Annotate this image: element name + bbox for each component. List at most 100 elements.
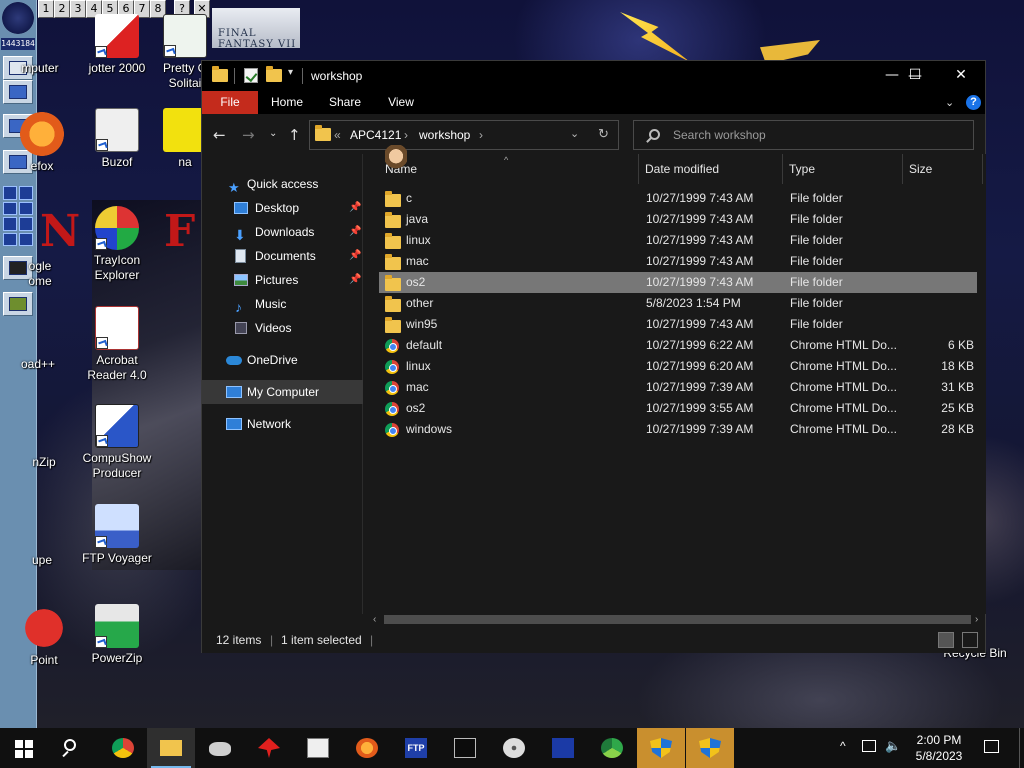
- back-arrow-icon[interactable]: ←: [213, 126, 226, 144]
- breadcrumb-apc4121[interactable]: APC4121: [350, 128, 401, 142]
- maximize-button[interactable]: ☐: [892, 60, 938, 90]
- scrollbar-thumb[interactable]: [384, 615, 971, 624]
- volume-icon[interactable]: 🔈: [885, 738, 901, 768]
- desktop-icon-powerzip[interactable]: PowerZip: [75, 604, 159, 666]
- taskbar-terminal[interactable]: [441, 728, 489, 768]
- column-header-type[interactable]: Type: [783, 154, 903, 184]
- file-row[interactable]: java 10/27/1999 7:43 AM File folder: [379, 209, 977, 230]
- file-row[interactable]: mac 10/27/1999 7:43 AM File folder: [379, 251, 977, 272]
- customize-dropdown-icon[interactable]: ▾: [288, 67, 293, 78]
- taskbar-clock[interactable]: 2:00 PM 5/8/2023: [905, 732, 973, 764]
- title-bar[interactable]: ▾ workshop —: [202, 61, 985, 91]
- taskbar: FTP ^ 🔈 2:00 PM 5/8/2023: [0, 728, 1024, 768]
- desktop-icon-ftp-voyager[interactable]: FTP Voyager: [75, 504, 159, 566]
- details-view-icon[interactable]: [938, 632, 954, 648]
- desktop-icon-firefox[interactable]: efox: [0, 112, 84, 174]
- search-box[interactable]: Search workshop: [633, 120, 974, 150]
- file-row[interactable]: c 10/27/1999 7:43 AM File folder: [379, 188, 977, 209]
- breadcrumb-separator[interactable]: ›: [404, 128, 408, 142]
- taskbar-firefox[interactable]: [343, 728, 391, 768]
- desktop-icon-upe[interactable]: upe: [0, 506, 84, 568]
- breadcrumb-separator[interactable]: ›: [479, 128, 483, 142]
- nav-item-videos[interactable]: Videos: [202, 316, 363, 340]
- notifications-icon[interactable]: [984, 740, 999, 753]
- chrome-html-file-icon: [385, 402, 399, 419]
- taskbar-buzof[interactable]: [294, 728, 342, 768]
- show-desktop-button[interactable]: [1019, 728, 1024, 768]
- desktop-icon-powerpoint[interactable]: Point: [2, 606, 86, 668]
- tab-home[interactable]: Home: [264, 91, 310, 114]
- file-row[interactable]: other 5/8/2023 1:54 PM File folder: [379, 293, 977, 314]
- desktop-icon-trayicon-explorer[interactable]: TrayIcon Explorer: [75, 206, 159, 283]
- tab-view[interactable]: View: [378, 91, 424, 114]
- column-header-date-modified[interactable]: Date modified: [639, 154, 783, 184]
- file-row[interactable]: linux 10/27/1999 7:43 AM File folder: [379, 230, 977, 251]
- file-row[interactable]: linux 10/27/1999 6:20 AM Chrome HTML Do...…: [379, 356, 977, 377]
- recent-locations-icon[interactable]: ⌄: [269, 128, 277, 139]
- nav-item-downloads[interactable]: ⬇ Downloads 📌: [202, 220, 363, 244]
- desktop-icon-compushow-producer[interactable]: CompuShow Producer: [75, 404, 159, 481]
- refresh-icon[interactable]: ↻: [598, 126, 609, 142]
- network-icon[interactable]: [862, 740, 876, 752]
- taskbar-file-explorer[interactable]: [147, 728, 195, 768]
- nav-item-music[interactable]: ♪ Music: [202, 292, 363, 316]
- nav-item-quick-access[interactable]: ★ Quick access: [202, 172, 363, 196]
- address-bar[interactable]: « APC4121 › workshop › ⌄ ↻: [309, 120, 619, 150]
- pin-icon[interactable]: 📌: [349, 220, 361, 244]
- scroll-left-icon[interactable]: ‹: [373, 612, 376, 627]
- forward-arrow-icon[interactable]: →: [242, 126, 255, 144]
- pin-icon[interactable]: 📌: [349, 268, 361, 292]
- tab-share[interactable]: Share: [322, 91, 368, 114]
- taskbar-ftp[interactable]: FTP: [392, 728, 440, 768]
- show-hidden-icons-chevron[interactable]: ^: [840, 739, 846, 768]
- nav-item-onedrive[interactable]: OneDrive: [202, 348, 363, 372]
- horizontal-scrollbar[interactable]: ‹ ›: [370, 612, 985, 627]
- column-header-size[interactable]: Size: [903, 154, 983, 184]
- properties-icon[interactable]: [244, 68, 258, 86]
- file-row[interactable]: win95 10/27/1999 7:43 AM File folder: [379, 314, 977, 335]
- up-arrow-icon[interactable]: ↑: [288, 126, 301, 144]
- start-button[interactable]: [0, 728, 48, 768]
- nav-item-documents[interactable]: Documents 📌: [202, 244, 363, 268]
- taskbar-rocket-app[interactable]: [245, 728, 293, 768]
- desktop-icon-computer[interactable]: mputer: [0, 14, 82, 76]
- new-folder-icon[interactable]: [266, 66, 282, 85]
- close-button[interactable]: ✕: [938, 60, 984, 90]
- file-row[interactable]: os2 10/27/1999 7:43 AM File folder: [379, 272, 977, 293]
- breadcrumb-overflow[interactable]: «: [334, 128, 341, 142]
- help-icon[interactable]: ?: [966, 95, 981, 110]
- taskbar-shield-app-1[interactable]: [637, 728, 685, 768]
- pin-icon[interactable]: 📌: [349, 244, 361, 268]
- monitor-icon[interactable]: [3, 80, 33, 104]
- nav-item-my-computer[interactable]: My Computer: [202, 380, 363, 404]
- file-row[interactable]: mac 10/27/1999 7:39 AM Chrome HTML Do... 31…: [379, 377, 977, 398]
- taskbar-chrome[interactable]: [99, 728, 147, 768]
- taskbar-recycle-app[interactable]: [588, 728, 636, 768]
- pin-icon[interactable]: 📌: [349, 196, 361, 220]
- nav-item-desktop[interactable]: Desktop 📌: [202, 196, 363, 220]
- file-row[interactable]: os2 10/27/1999 3:55 AM Chrome HTML Do... 25…: [379, 398, 977, 419]
- file-row[interactable]: windows 10/27/1999 7:39 AM Chrome HTML Do.…: [379, 419, 977, 440]
- taskbar-drive-app[interactable]: [196, 728, 244, 768]
- file-size: 18 KB: [941, 359, 974, 373]
- scroll-right-icon[interactable]: ›: [975, 612, 978, 627]
- tab-file[interactable]: File: [202, 91, 258, 114]
- large-icons-view-icon[interactable]: [962, 632, 978, 648]
- file-name: mac: [406, 380, 429, 394]
- desktop-icon-notepadpp[interactable]: oad++: [0, 310, 80, 372]
- column-header-name[interactable]: Name ^: [379, 154, 639, 184]
- nav-item-network[interactable]: Network: [202, 412, 363, 436]
- desktop-icon-google-chrome[interactable]: ogle ome: [0, 212, 82, 289]
- expand-ribbon-icon[interactable]: ⌄: [945, 96, 954, 109]
- clock-time: 2:00 PM: [916, 733, 962, 747]
- desktop-icon-acrobat-reader[interactable]: Acrobat Reader 4.0: [75, 306, 159, 383]
- breadcrumb-workshop[interactable]: workshop: [419, 128, 470, 142]
- address-history-dropdown-icon[interactable]: ⌄: [570, 127, 579, 140]
- nav-item-pictures[interactable]: Pictures 📌: [202, 268, 363, 292]
- taskbar-search-button[interactable]: [48, 728, 96, 768]
- desktop-icon-winzip[interactable]: nZip: [2, 408, 86, 470]
- taskbar-network-app[interactable]: [539, 728, 587, 768]
- file-row[interactable]: default 10/27/1999 6:22 AM Chrome HTML Do.…: [379, 335, 977, 356]
- taskbar-cd-app[interactable]: [490, 728, 538, 768]
- taskbar-shield-app-2[interactable]: [686, 728, 734, 768]
